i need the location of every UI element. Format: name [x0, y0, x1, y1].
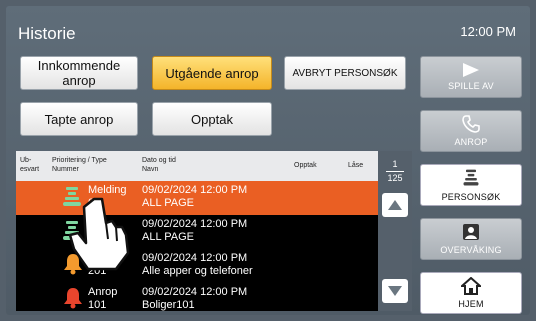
paging-icon	[463, 169, 479, 186]
tab-missed[interactable]: Tapte anrop	[20, 102, 138, 136]
page-title: Historie	[18, 24, 76, 43]
scroll-column: 1 125	[378, 151, 412, 311]
tab-outgoing[interactable]: Utgående anrop	[152, 56, 272, 90]
call-button[interactable]: ANROP	[420, 110, 522, 152]
col-recording: Opptak	[294, 162, 317, 169]
home-button[interactable]: HJEM	[420, 272, 522, 314]
bell-icon	[63, 287, 83, 312]
triangle-down-icon	[388, 286, 402, 296]
tab-incoming[interactable]: Innkommende anrop	[20, 56, 138, 90]
col-priority: Prioritering / Type Nummer	[52, 157, 107, 173]
row-datetime: 09/02/2024 12:00 PM ALL PAGE	[142, 184, 248, 209]
play-button[interactable]: SPILLE AV	[420, 56, 522, 98]
history-screen: Historie 12:00 PM Innkommende anrop Utgå…	[6, 6, 530, 315]
monitor-button[interactable]: OVERVÅKING	[420, 218, 522, 260]
paging-button[interactable]: PERSONSØK	[420, 164, 522, 206]
row-datetime: 09/02/2024 12:00 PM Boliger101	[142, 286, 248, 311]
scroll-down-button[interactable]	[382, 279, 408, 303]
play-icon	[463, 63, 479, 77]
col-unanswered: Ub- esvart	[20, 157, 40, 173]
col-datetime: Dato og tid Navn	[142, 157, 176, 173]
table-row[interactable]: Anrop 101 09/02/2024 12:00 PM Boliger101	[16, 283, 378, 315]
page-indicator: 1 125	[386, 159, 404, 183]
row-type: Anrop 101	[88, 286, 118, 311]
triangle-up-icon	[388, 200, 402, 210]
row-datetime: 09/02/2024 12:00 PM Alle apper og telefo…	[142, 252, 253, 277]
phone-icon	[462, 115, 480, 133]
monitor-icon	[463, 224, 479, 240]
cancel-paging-button[interactable]: AVBRYT PERSONSØK	[284, 56, 406, 90]
table-header: Ub- esvart Prioritering / Type Nummer Da…	[16, 151, 378, 181]
scroll-up-button[interactable]	[382, 193, 408, 217]
col-lock: Låse	[348, 162, 364, 169]
row-datetime: 09/02/2024 12:00 PM ALL PAGE	[142, 218, 248, 243]
home-icon	[461, 277, 481, 295]
hand-pointer-icon	[68, 197, 130, 271]
tab-recording[interactable]: Opptak	[152, 102, 272, 136]
clock: 12:00 PM	[460, 24, 516, 39]
